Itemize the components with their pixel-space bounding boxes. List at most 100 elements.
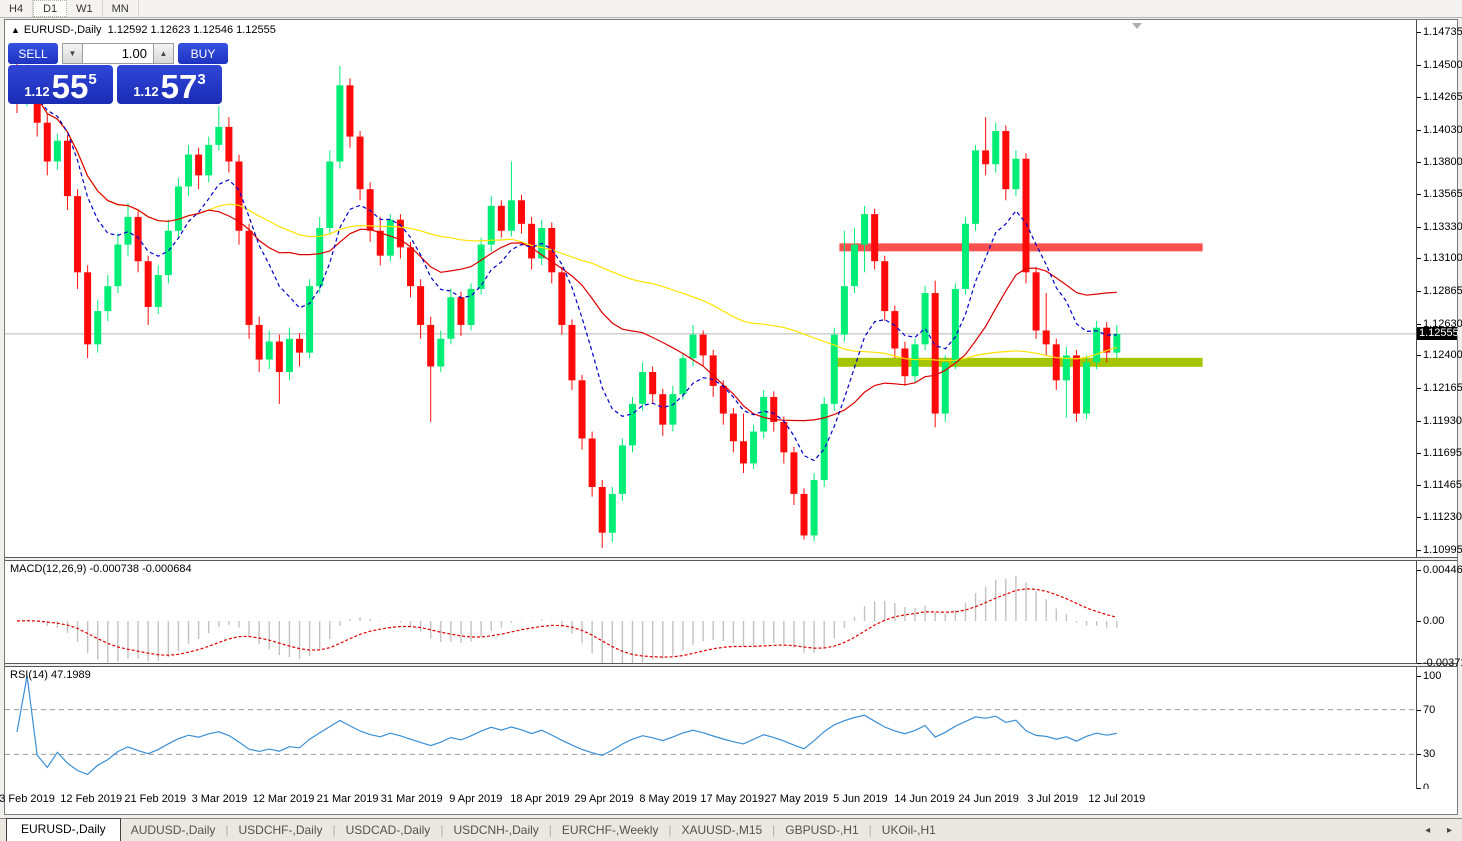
macd-histogram [16, 576, 1117, 663]
chart-tab-usdchf[interactable]: USDCHF-,Daily [229, 820, 333, 841]
date-axis: 3 Feb 201912 Feb 201921 Feb 20193 Mar 20… [5, 789, 1457, 814]
price-axis-label: 1.11465 [1417, 479, 1462, 491]
timeframe-button-h4[interactable]: H4 [0, 0, 33, 17]
date-axis-label: 17 May 2019 [700, 793, 764, 805]
chart-shift-marker-icon[interactable] [1132, 23, 1142, 29]
rsi-panel: RSI(14) 47.1989 10070300 [5, 667, 1457, 789]
date-axis-label: 31 Mar 2019 [381, 793, 443, 805]
volume-decrease-button[interactable]: ▼ [62, 43, 83, 64]
support-line [837, 358, 1202, 367]
rsi-chart [5, 667, 1417, 789]
price-plot-area[interactable]: ▲ EURUSD-,Daily 1.12592 1.12623 1.12546 1… [5, 20, 1417, 557]
price-axis: 1.12555 1.147351.145001.142651.140301.13… [1417, 20, 1457, 557]
macd-chart [5, 561, 1417, 663]
sell-quote-box[interactable]: 1.12 55 5 [8, 65, 113, 104]
rsi-plot-area[interactable]: RSI(14) 47.1989 [5, 667, 1417, 789]
date-axis-label: 12 Jul 2019 [1088, 793, 1145, 805]
collapse-quote-panel-icon[interactable]: ▲ [11, 25, 20, 35]
current-price-tag: 1.12555 [1417, 327, 1457, 340]
date-axis-label: 24 Jun 2019 [958, 793, 1019, 805]
timeframe-button-mn[interactable]: MN [103, 0, 139, 17]
chart-tab-ukoil[interactable]: UKOil-,H1 [872, 820, 946, 841]
timeframe-button-w1[interactable]: W1 [67, 0, 103, 17]
timeframe-button-d1[interactable]: D1 [33, 0, 67, 17]
date-axis-label: 21 Mar 2019 [317, 793, 379, 805]
price-axis-label: 1.13100 [1417, 252, 1462, 264]
buy-price-big: 57 [161, 72, 198, 102]
date-axis-label: 27 May 2019 [764, 793, 828, 805]
price-axis-label: 1.10995 [1417, 544, 1462, 556]
date-axis-label: 29 Apr 2019 [574, 793, 633, 805]
price-axis-label: 1.12165 [1417, 382, 1462, 394]
price-axis-label: 1.11930 [1417, 415, 1462, 427]
one-click-trade-panel: SELL ▼ ▲ BUY 1.12 55 5 1.12 [8, 43, 230, 104]
macd-axis-label: 0.00 [1417, 615, 1444, 627]
rsi-axis-label: 70 [1417, 704, 1435, 716]
price-axis-label: 1.12865 [1417, 285, 1462, 297]
sell-button[interactable]: SELL [8, 43, 58, 64]
rsi-label: RSI(14) 47.1989 [10, 669, 91, 681]
price-axis-label: 1.14030 [1417, 124, 1462, 136]
chart-tab-audusd[interactable]: AUDUSD-,Daily [121, 820, 226, 841]
date-axis-label: 5 Jun 2019 [833, 793, 887, 805]
tab-scroll-left-icon[interactable]: ◂ [1425, 825, 1430, 836]
date-axis-label: 8 May 2019 [639, 793, 696, 805]
chart-tab-xauusd[interactable]: XAUUSD-,M15 [671, 820, 772, 841]
ma-medium-line [17, 85, 1117, 420]
price-axis-label: 1.12400 [1417, 349, 1462, 361]
chart-tab-eurchf[interactable]: EURCHF-,Weekly [552, 820, 668, 841]
price-chart-panel: ▲ EURUSD-,Daily 1.12592 1.12623 1.12546 1… [5, 20, 1457, 557]
date-axis-label: 12 Mar 2019 [253, 793, 315, 805]
sell-price-big: 55 [52, 72, 89, 102]
volume-increase-button[interactable]: ▲ [153, 43, 174, 64]
price-axis-label: 1.13330 [1417, 221, 1462, 233]
chart-tab-gbpusd[interactable]: GBPUSD-,H1 [775, 820, 868, 841]
price-axis-label: 1.14500 [1417, 59, 1462, 71]
price-axis-label: 1.11695 [1417, 447, 1462, 459]
buy-price-prefix: 1.12 [133, 84, 158, 99]
sell-price-prefix: 1.12 [24, 84, 49, 99]
tab-scroll-right-icon[interactable]: ▸ [1447, 825, 1452, 836]
date-axis-label: 21 Feb 2019 [124, 793, 186, 805]
macd-panel: MACD(12,26,9) -0.000738 -0.000684 0.0044… [5, 561, 1457, 663]
date-axis-label: 3 Feb 2019 [0, 793, 55, 805]
chart-tab-usdcad[interactable]: USDCAD-,Daily [336, 820, 441, 841]
macd-label: MACD(12,26,9) -0.000738 -0.000684 [10, 563, 192, 575]
rsi-axis: 10070300 [1417, 667, 1457, 789]
ohlc-quote: 1.12592 1.12623 1.12546 1.12555 [108, 24, 276, 36]
symbol-header: ▲ EURUSD-,Daily 1.12592 1.12623 1.12546 1… [11, 24, 276, 36]
volume-input[interactable] [83, 43, 153, 64]
macd-signal-line [17, 589, 1117, 657]
price-axis-label: 1.11230 [1417, 511, 1462, 523]
rsi-line [17, 676, 1117, 774]
symbol-title: EURUSD-,Daily [24, 24, 102, 36]
buy-button[interactable]: BUY [178, 43, 228, 64]
date-axis-label: 12 Feb 2019 [60, 793, 122, 805]
chart-tab-usdcnh[interactable]: USDCNH-,Daily [443, 820, 548, 841]
sell-price-pip: 5 [88, 71, 96, 88]
date-axis-label: 18 Apr 2019 [510, 793, 569, 805]
date-axis-label: 9 Apr 2019 [449, 793, 502, 805]
chart-tab-eurusd[interactable]: EURUSD-,Daily [6, 818, 121, 841]
price-axis-label: 1.13800 [1417, 156, 1462, 168]
ma-fast-line [17, 91, 1117, 460]
candles-layer [14, 62, 1121, 548]
rsi-axis-label: 30 [1417, 748, 1435, 760]
macd-axis: 0.0044650.00-0.003715 [1417, 561, 1457, 663]
price-axis-label: 1.14735 [1417, 26, 1462, 38]
macd-axis-label: 0.004465 [1417, 564, 1462, 576]
price-axis-label: 1.13565 [1417, 188, 1462, 200]
timeframe-toolbar: H4D1W1MN [0, 0, 1462, 18]
tab-scroll-arrows: ◂ ▸ [1411, 825, 1452, 841]
buy-quote-box[interactable]: 1.12 57 3 [117, 65, 222, 104]
date-axis-label: 3 Mar 2019 [192, 793, 248, 805]
chart-tab-bar: EURUSD-,DailyAUDUSD-,Daily|USDCHF-,Daily… [0, 818, 1462, 841]
ma-slow-line [17, 85, 1117, 360]
buy-price-pip: 3 [197, 71, 205, 88]
date-axis-label: 14 Jun 2019 [894, 793, 955, 805]
date-axis-label: 3 Jul 2019 [1027, 793, 1078, 805]
price-axis-label: 1.14265 [1417, 91, 1462, 103]
resistance-line [839, 243, 1202, 251]
macd-plot-area[interactable]: MACD(12,26,9) -0.000738 -0.000684 [5, 561, 1417, 663]
rsi-axis-label: 100 [1417, 670, 1441, 682]
